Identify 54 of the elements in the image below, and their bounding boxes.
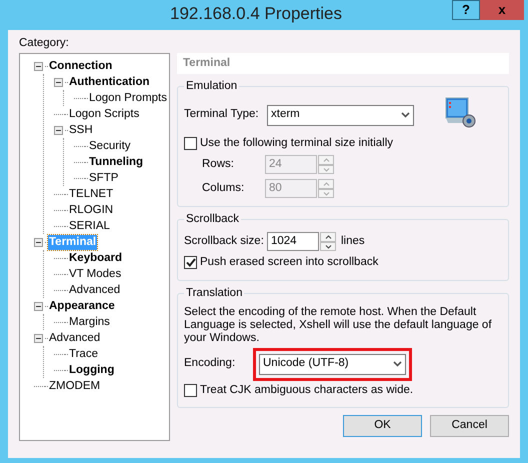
- category-label: Category:: [19, 36, 70, 51]
- checkmark-icon: [186, 258, 196, 268]
- scrollback-size-field[interactable]: 1024: [267, 232, 319, 252]
- unit-label: lines: [341, 234, 365, 250]
- collapse-icon[interactable]: [34, 334, 43, 342]
- tree-item[interactable]: Logon Prompts: [88, 90, 168, 106]
- description-text: Select the encoding of the remote host. When the Default Language is selected, Xshell will use the default language of your Windows.: [184, 306, 493, 344]
- tree-item[interactable]: SFTP: [88, 170, 120, 186]
- checkbox-label: Push erased screen into scrollback: [200, 255, 378, 270]
- tree-item[interactable]: TELNET: [68, 186, 114, 202]
- tree-item[interactable]: Trace: [68, 346, 99, 362]
- checkbox-label: Use the following terminal size initially: [200, 136, 394, 151]
- tree-item[interactable]: Tunneling: [88, 154, 144, 170]
- tree-item[interactable]: Connection: [48, 58, 114, 74]
- close-button[interactable]: x: [480, 0, 524, 20]
- tree-item[interactable]: SERIAL: [68, 218, 111, 234]
- collapse-icon[interactable]: [34, 62, 43, 70]
- field-label: Encoding:: [184, 356, 236, 372]
- checkbox[interactable]: [184, 256, 197, 270]
- spin-up-button[interactable]: [320, 232, 336, 242]
- dropdown-caret-icon: [401, 112, 410, 118]
- terminal-type-dropdown[interactable]: xterm: [267, 104, 414, 126]
- field-label: Terminal Type:: [184, 107, 260, 122]
- collapse-icon[interactable]: [54, 126, 63, 134]
- page-header: Terminal: [177, 53, 509, 74]
- field-label: Rows:: [202, 157, 235, 172]
- ok-button[interactable]: OK: [343, 414, 422, 437]
- field-label: Colums:: [202, 181, 246, 196]
- window-title: 192.168.0.4 Properties: [168, 3, 343, 25]
- tree-item[interactable]: Logging: [68, 362, 116, 378]
- help-button[interactable]: ?: [452, 0, 480, 20]
- collapse-icon[interactable]: [34, 302, 43, 310]
- tree-item[interactable]: RLOGIN: [68, 202, 114, 218]
- collapse-icon[interactable]: [54, 78, 63, 86]
- tree-item[interactable]: Authentication: [68, 74, 150, 90]
- tree-item[interactable]: Advanced: [48, 330, 102, 346]
- tree-item[interactable]: Security: [88, 138, 132, 154]
- monitor-gear-icon: [444, 97, 478, 129]
- checkbox[interactable]: [184, 137, 197, 150]
- tree-item[interactable]: ZMODEM: [48, 378, 102, 394]
- encoding-dropdown[interactable]: Unicode (UTF-8): [259, 354, 406, 374]
- tree-item[interactable]: Logon Scripts: [68, 106, 140, 122]
- tree-item[interactable]: Margins: [68, 314, 111, 330]
- tree-item[interactable]: SSH: [68, 122, 94, 138]
- tree-item[interactable]: Keyboard: [68, 250, 124, 266]
- checkbox-label: Treat CJK ambiguous characters as wide.: [200, 382, 414, 398]
- tree-item[interactable]: Appearance: [48, 298, 116, 314]
- cancel-button[interactable]: Cancel: [430, 414, 509, 437]
- collapse-icon[interactable]: [34, 238, 43, 246]
- field-label: Scrollback size:: [184, 234, 265, 250]
- tree-item[interactable]: Advanced: [68, 282, 122, 298]
- tree-item[interactable]: VT Modes: [68, 266, 122, 282]
- dropdown-caret-icon: [393, 361, 402, 367]
- checkbox[interactable]: [184, 384, 197, 397]
